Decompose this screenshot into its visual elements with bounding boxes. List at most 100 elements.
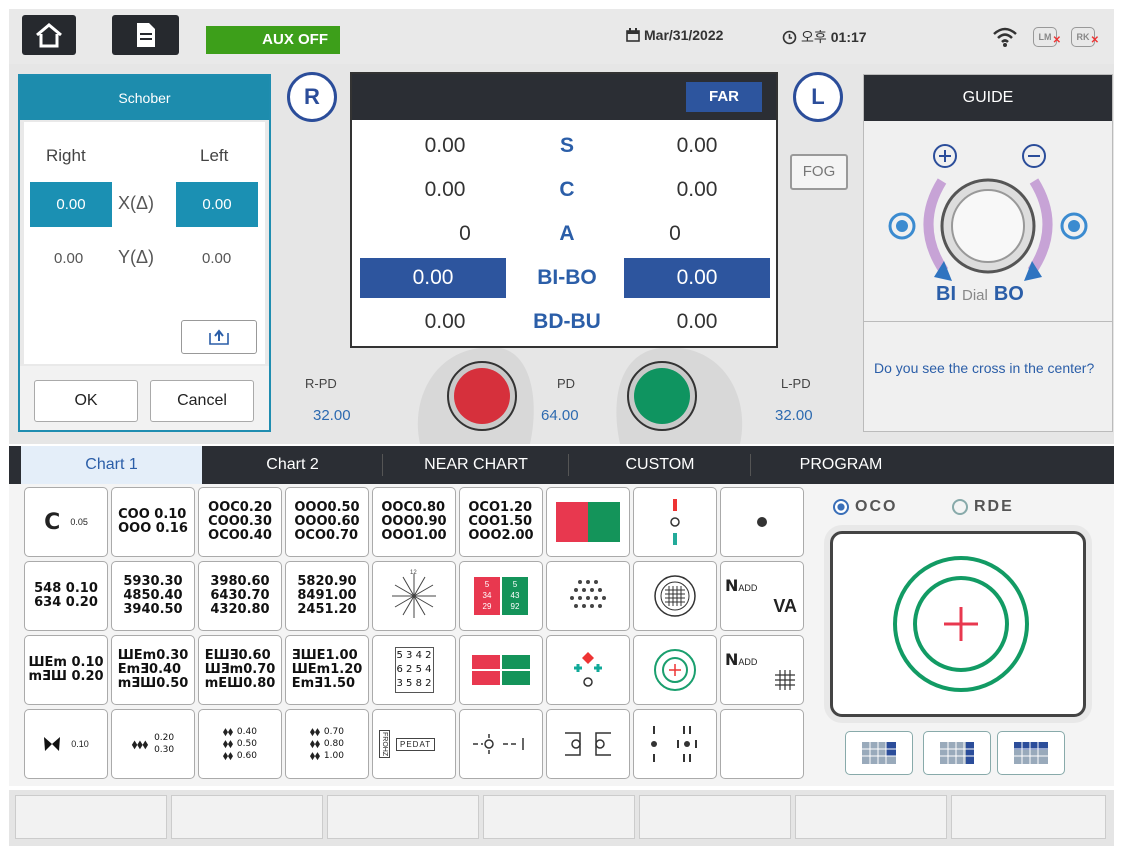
chart-butterfly-3[interactable]: ⬧⬧ ⬧⬧ ⬧⬧ 0.40 0.50 0.60 bbox=[198, 709, 282, 779]
chart-vertical-bars[interactable] bbox=[546, 709, 630, 779]
number-grid-text: 5 3 4 2 6 2 5 4 3 5 8 2 bbox=[394, 647, 434, 693]
layout-button-3[interactable] bbox=[997, 731, 1065, 775]
tab-custom[interactable]: CUSTOM bbox=[569, 446, 751, 484]
aux-toggle[interactable]: AUX OFF bbox=[206, 26, 340, 54]
footer-button-3[interactable] bbox=[327, 795, 479, 839]
far-mode-button[interactable]: FAR bbox=[686, 82, 762, 112]
left-eye-button[interactable]: L bbox=[793, 72, 843, 122]
chart-dot[interactable] bbox=[720, 487, 804, 557]
chart-nadd-grid[interactable]: NADD bbox=[720, 635, 804, 705]
chart-e-2[interactable]: ШЕm0.30 ЕmƎ0.40 mƎШ0.50 bbox=[111, 635, 195, 705]
lpd-value[interactable]: 32.00 bbox=[775, 407, 813, 424]
landolt-4-text: OOC0.80 OOO0.90 OOO1.00 bbox=[381, 500, 447, 543]
chart-e-1[interactable]: ШЕm 0.10 mƎШ 0.20 bbox=[24, 635, 108, 705]
guide-divider bbox=[864, 321, 1112, 322]
chart-e-4[interactable]: ƎШЕ1.00 ШЕm1.20 ЕmƎ1.50 bbox=[285, 635, 369, 705]
chart-c-005[interactable]: C 0.05 bbox=[24, 487, 108, 557]
chart-numbers-3[interactable]: 3980.60 6430.70 4320.80 bbox=[198, 561, 282, 631]
chart-butterfly-2[interactable]: ⬧⬧⬧ 0.20 0.30 bbox=[111, 709, 195, 779]
rpd-value[interactable]: 32.00 bbox=[313, 407, 351, 424]
y-left-value[interactable]: 0.00 bbox=[202, 250, 231, 267]
chart-pedat[interactable]: FROHZ PEDAT bbox=[372, 709, 456, 779]
chart-number-grid[interactable]: 5 3 4 2 6 2 5 4 3 5 8 2 bbox=[372, 635, 456, 705]
chart-vertical-line[interactable] bbox=[633, 487, 717, 557]
reset-button[interactable] bbox=[181, 320, 257, 354]
bdbu-right[interactable]: 0.00 bbox=[372, 302, 518, 342]
schober-dialog: Schober Right Left 0.00 X(Δ) 0.00 0.00 Y… bbox=[18, 74, 271, 432]
time-prefix: 오후 bbox=[801, 29, 827, 45]
y-right-value[interactable]: 0.00 bbox=[54, 250, 83, 267]
ok-button[interactable]: OK bbox=[34, 380, 138, 422]
tab-near-chart[interactable]: NEAR CHART bbox=[383, 446, 569, 484]
right-eye-button[interactable]: R bbox=[287, 72, 337, 122]
clock-12-label: 12 bbox=[410, 570, 417, 576]
footer-button-4[interactable] bbox=[483, 795, 635, 839]
c-value: 0.05 bbox=[70, 517, 88, 527]
s-right[interactable]: 0.00 bbox=[372, 126, 518, 166]
chart-butterfly-1[interactable]: 0.10 bbox=[24, 709, 108, 779]
bdbu-left[interactable]: 0.00 bbox=[624, 302, 770, 342]
chart-landolt-2[interactable]: OOC0.20 COO0.30 OCO0.40 bbox=[198, 487, 282, 557]
chart-e-3[interactable]: ЕШƎ0.60 ШƎm0.70 mЕШ0.80 bbox=[198, 635, 282, 705]
chart-nadd-va[interactable]: NADD VA bbox=[720, 561, 804, 631]
option-oco[interactable]: OCO bbox=[833, 498, 897, 516]
c-left[interactable]: 0.00 bbox=[624, 170, 770, 210]
tab-program[interactable]: PROGRAM bbox=[751, 446, 931, 484]
chart-landolt-5[interactable]: OCO1.20 COO1.50 OOO2.00 bbox=[459, 487, 543, 557]
fog-button[interactable]: FOG bbox=[790, 154, 848, 190]
chart-butterfly-4[interactable]: ⬧⬧ ⬧⬧ ⬧⬧ 0.70 0.80 1.00 bbox=[285, 709, 369, 779]
chart-dot-bars[interactable] bbox=[633, 709, 717, 779]
nadd-grid-n: N bbox=[725, 650, 739, 669]
bibo-right[interactable]: 0.00 bbox=[360, 258, 506, 298]
pd-value[interactable]: 64.00 bbox=[541, 407, 579, 424]
chart-grid-circle[interactable] bbox=[633, 561, 717, 631]
chart-color-plates[interactable]: 5 34 29 5 43 92 bbox=[459, 561, 543, 631]
layout-button-1[interactable] bbox=[845, 731, 913, 775]
tab-chart-2[interactable]: Chart 2 bbox=[202, 446, 383, 484]
e-3-text: ЕШƎ0.60 ШƎm0.70 mЕШ0.80 bbox=[204, 648, 276, 691]
x-left-input[interactable]: 0.00 bbox=[176, 182, 258, 227]
chart-horizontal-line[interactable] bbox=[459, 709, 543, 779]
cancel-button[interactable]: Cancel bbox=[150, 380, 254, 422]
oco-radio-icon bbox=[833, 499, 849, 515]
a-left[interactable]: 0 bbox=[602, 214, 748, 254]
animals-3-icon: ⬧⬧ ⬧⬧ ⬧⬧ bbox=[223, 726, 233, 762]
s-label: S bbox=[559, 134, 574, 157]
option-rde[interactable]: RDE bbox=[952, 498, 1014, 516]
chart-empty[interactable] bbox=[720, 709, 804, 779]
wifi-icon bbox=[993, 27, 1017, 47]
chart-numbers-2[interactable]: 5930.30 4850.40 3940.50 bbox=[111, 561, 195, 631]
bibo-left[interactable]: 0.00 bbox=[624, 258, 770, 298]
chart-astigmatism-clock[interactable]: 12 bbox=[372, 561, 456, 631]
footer-button-2[interactable] bbox=[171, 795, 323, 839]
home-button[interactable] bbox=[22, 15, 76, 55]
chart-numbers-4[interactable]: 5820.90 8491.00 2451.20 bbox=[285, 561, 369, 631]
chart-worth-4-dot[interactable] bbox=[546, 635, 630, 705]
footer-bar bbox=[9, 790, 1114, 846]
c-right[interactable]: 0.00 bbox=[372, 170, 518, 210]
nadd-sub: ADD bbox=[738, 582, 758, 593]
vertical-bars-icon bbox=[565, 732, 611, 756]
document-button[interactable] bbox=[112, 15, 179, 55]
bi-label: BI bbox=[936, 283, 956, 305]
chart-red-green[interactable] bbox=[546, 487, 630, 557]
chart-rg-boxes[interactable] bbox=[459, 635, 543, 705]
layout-button-2[interactable] bbox=[923, 731, 991, 775]
footer-button-5[interactable] bbox=[639, 795, 791, 839]
pedat-text: PEDAT bbox=[396, 737, 436, 751]
x-right-input[interactable]: 0.00 bbox=[30, 182, 112, 227]
s-left[interactable]: 0.00 bbox=[624, 126, 770, 166]
chart-dots-grid[interactable] bbox=[546, 561, 630, 631]
footer-button-6[interactable] bbox=[795, 795, 947, 839]
footer-button-7[interactable] bbox=[951, 795, 1106, 839]
chart-landolt-4[interactable]: OOC0.80 OOO0.90 OOO1.00 bbox=[372, 487, 456, 557]
footer-button-1[interactable] bbox=[15, 795, 167, 839]
chart-landolt-3[interactable]: OOO0.50 OOO0.60 OCO0.70 bbox=[285, 487, 369, 557]
chart-fixation-cross[interactable] bbox=[633, 635, 717, 705]
chart-landolt-1[interactable]: COO 0.10 OOO 0.16 bbox=[111, 487, 195, 557]
chart-numbers-1[interactable]: 548 0.10 634 0.20 bbox=[24, 561, 108, 631]
numbers-2-text: 5930.30 4850.40 3940.50 bbox=[123, 574, 183, 617]
numbers-1-text: 548 0.10 634 0.20 bbox=[34, 581, 98, 610]
tab-chart-1[interactable]: Chart 1 bbox=[21, 446, 202, 484]
calendar-icon bbox=[626, 28, 640, 42]
